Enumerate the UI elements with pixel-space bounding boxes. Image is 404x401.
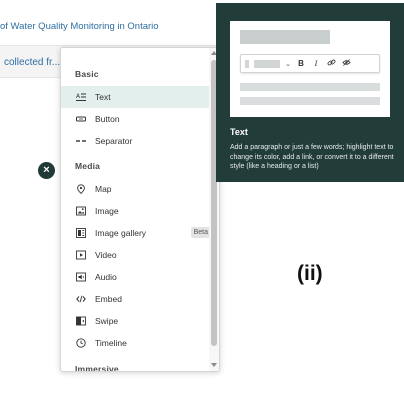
menu-item-label: Map — [95, 184, 112, 194]
menu-item-image-gallery[interactable]: Image gallery Beta — [61, 222, 211, 244]
image-icon — [76, 206, 86, 216]
link-icon — [326, 58, 336, 69]
close-block-picker-button[interactable]: × — [38, 162, 55, 179]
screenshot-canvas: of Water Quality Monitoring in Ontario c… — [0, 0, 404, 401]
menu-item-label: Image — [95, 206, 119, 216]
menu-item-map[interactable]: Map — [61, 178, 211, 200]
preview-text-line — [240, 97, 380, 105]
section-label-immersive: Immersive — [75, 364, 119, 372]
swipe-icon — [76, 316, 86, 326]
menu-item-button[interactable]: Button — [61, 108, 211, 130]
menu-item-label: Audio — [95, 272, 117, 282]
menu-item-audio[interactable]: Audio — [61, 266, 211, 288]
menu-item-image[interactable]: Image — [61, 200, 211, 222]
section-label-basic: Basic — [75, 69, 99, 79]
preview-style-select — [254, 59, 280, 68]
menu-item-swipe[interactable]: Swipe — [61, 310, 211, 332]
separator-icon — [76, 136, 86, 146]
menu-item-embed[interactable]: Embed — [61, 288, 211, 310]
hide-text-icon — [341, 58, 351, 69]
preview-format-toolbar: ⌄ B I — [240, 54, 380, 73]
story-title: of Water Quality Monitoring in Ontario — [0, 21, 159, 32]
figure-caption: (ii) — [297, 262, 323, 285]
block-picker-menu: Basic A Text Button Separator Media Map … — [60, 47, 220, 372]
section-label-media: Media — [75, 161, 101, 171]
menu-item-video[interactable]: Video — [61, 244, 211, 266]
menu-item-text[interactable]: A Text — [61, 86, 211, 108]
video-icon — [76, 250, 86, 260]
embed-icon — [76, 294, 86, 304]
menu-item-label: Video — [95, 250, 117, 260]
text-block-preview: ⌄ B I — [230, 21, 390, 117]
menu-item-label: Button — [95, 114, 120, 124]
preview-color-swatch — [245, 59, 249, 68]
tooltip-title: Text — [230, 127, 248, 137]
audio-icon — [76, 272, 86, 282]
svg-text:A: A — [76, 93, 81, 100]
block-preview-tooltip: ⌄ B I Text Add a paragraph or just a few… — [216, 3, 404, 182]
beta-badge: Beta — [190, 227, 211, 238]
menu-item-label: Timeline — [95, 338, 127, 348]
story-snippet[interactable]: collected fr... — [4, 57, 60, 68]
chevron-down-icon: ⌄ — [285, 60, 291, 68]
story-title-bar: of Water Quality Monitoring in Ontario — [0, 8, 216, 46]
bold-icon: B — [298, 59, 304, 68]
menu-item-label: Image gallery — [95, 228, 147, 238]
button-icon — [76, 114, 86, 124]
menu-item-label: Text — [95, 92, 111, 102]
menu-item-timeline[interactable]: Timeline — [61, 332, 211, 354]
timeline-icon — [76, 338, 86, 348]
menu-item-label: Separator — [95, 136, 133, 146]
image-gallery-icon — [76, 228, 86, 238]
preview-heading-placeholder — [240, 30, 330, 44]
menu-item-label: Swipe — [95, 316, 119, 326]
menu-item-separator[interactable]: Separator — [61, 130, 211, 152]
map-pin-icon — [76, 184, 86, 194]
text-icon: A — [76, 92, 86, 102]
italic-icon: I — [314, 59, 318, 68]
tooltip-description: Add a paragraph or just a few words; hig… — [230, 144, 394, 170]
scroll-down-arrow-icon[interactable] — [211, 363, 217, 367]
preview-text-line — [240, 83, 380, 91]
menu-item-label: Embed — [95, 294, 122, 304]
close-icon: × — [43, 164, 50, 176]
